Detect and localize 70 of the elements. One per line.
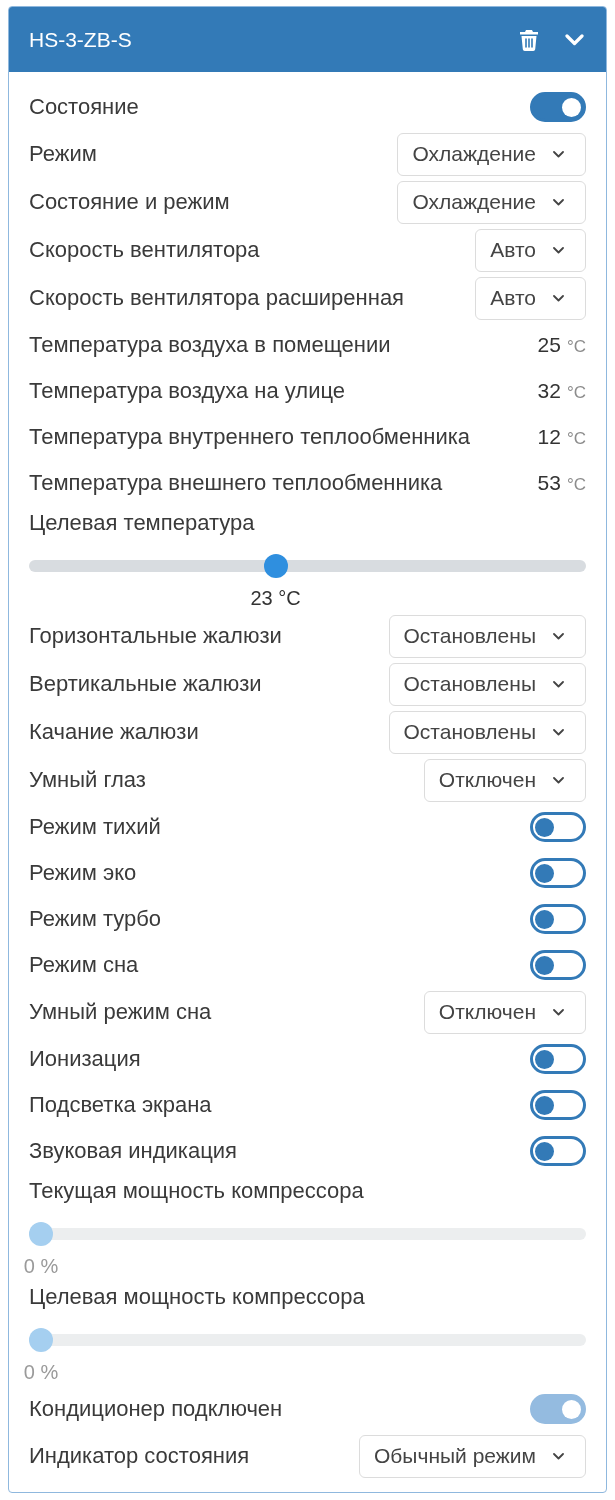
trash-icon[interactable]	[519, 28, 539, 51]
setting-label: Режим	[29, 141, 97, 167]
chevron-down-icon[interactable]	[565, 33, 584, 46]
slider-value: 23 °C	[250, 587, 301, 609]
setting-label: Целевая мощность компрессора	[29, 1283, 366, 1311]
setting-label: Температура внешнего теплообменника	[29, 470, 443, 496]
chevron-down-icon	[553, 294, 564, 302]
unit-label: °C	[566, 337, 586, 357]
setting-label: Умный глаз	[29, 767, 146, 793]
chevron-down-icon	[553, 680, 564, 688]
toggle-switch[interactable]	[530, 1090, 586, 1120]
setting-label: Режим эко	[29, 860, 137, 886]
setting-label: Горизонтальные жалюзи	[29, 623, 282, 649]
chevron-down-icon	[553, 246, 564, 254]
toggle-switch[interactable]	[530, 858, 586, 888]
setting-label: Режим сна	[29, 952, 139, 978]
toggle-switch[interactable]	[530, 1136, 586, 1166]
setting-label: Режим турбо	[29, 906, 162, 932]
setting-label: Умный режим сна	[29, 999, 212, 1025]
setting-label: Звуковая индикация	[29, 1138, 237, 1164]
setting-label: Состояние и режим	[29, 189, 230, 215]
toggle-switch[interactable]	[530, 812, 586, 842]
setting-label: Индикатор состояния	[29, 1443, 250, 1469]
toggle-switch[interactable]	[530, 904, 586, 934]
setting-label: Вертикальные жалюзи	[29, 671, 262, 697]
dropdown[interactable]: Отключен	[423, 758, 586, 802]
setting-label: Текущая мощность компрессора	[29, 1177, 365, 1205]
setting-label: Целевая температура	[29, 509, 256, 537]
temperature-value: 12	[537, 425, 561, 449]
chevron-down-icon	[553, 632, 564, 640]
dropdown[interactable]: Остановлены	[388, 662, 586, 706]
setting-label: Скорость вентилятора	[29, 237, 260, 263]
setting-label: Температура внутреннего теплообменника	[29, 424, 471, 450]
dropdown[interactable]: Охлаждение	[397, 180, 586, 224]
setting-label: Температура воздуха в помещении	[29, 332, 391, 358]
unit-label: °C	[566, 475, 586, 495]
setting-label: Ионизация	[29, 1046, 141, 1072]
setting-label: Температура воздуха на улице	[29, 378, 346, 404]
dropdown[interactable]: Остановлены	[388, 614, 586, 658]
unit-label: °C	[566, 383, 586, 403]
chevron-down-icon	[553, 776, 564, 784]
setting-label: Кондиционер подключен	[29, 1396, 283, 1422]
slider-value: 0 %	[23, 1361, 59, 1383]
chevron-down-icon	[553, 728, 564, 736]
toggle-switch[interactable]	[530, 92, 586, 122]
setting-label: Скорость вентилятора расширенная	[29, 285, 405, 311]
dropdown[interactable]: Охлаждение	[397, 132, 586, 176]
device-title: HS-3-ZB-S	[29, 27, 133, 52]
temperature-value: 53	[537, 471, 561, 495]
dropdown[interactable]: Авто	[475, 228, 586, 272]
temperature-value: 32	[537, 379, 561, 403]
chevron-down-icon	[553, 1008, 564, 1016]
chevron-down-icon	[553, 1452, 564, 1460]
chevron-down-icon	[553, 198, 564, 206]
setting-label: Состояние	[29, 94, 139, 120]
dropdown[interactable]: Отключен	[423, 990, 586, 1034]
slider-track[interactable]	[29, 554, 586, 578]
setting-label: Качание жалюзи	[29, 719, 199, 745]
toggle-switch[interactable]	[530, 1044, 586, 1074]
dropdown[interactable]: Обычный режим	[359, 1434, 586, 1478]
chevron-down-icon	[553, 150, 564, 158]
dropdown[interactable]: Авто	[475, 276, 586, 320]
temperature-value: 25	[537, 333, 561, 357]
slider-value: 0 %	[23, 1255, 59, 1277]
setting-label: Подсветка экрана	[29, 1092, 212, 1118]
slider-thumb[interactable]	[263, 554, 288, 578]
dropdown[interactable]: Остановлены	[388, 710, 586, 754]
unit-label: °C	[566, 429, 586, 449]
toggle-switch[interactable]	[530, 950, 586, 980]
setting-label: Режим тихий	[29, 814, 161, 840]
